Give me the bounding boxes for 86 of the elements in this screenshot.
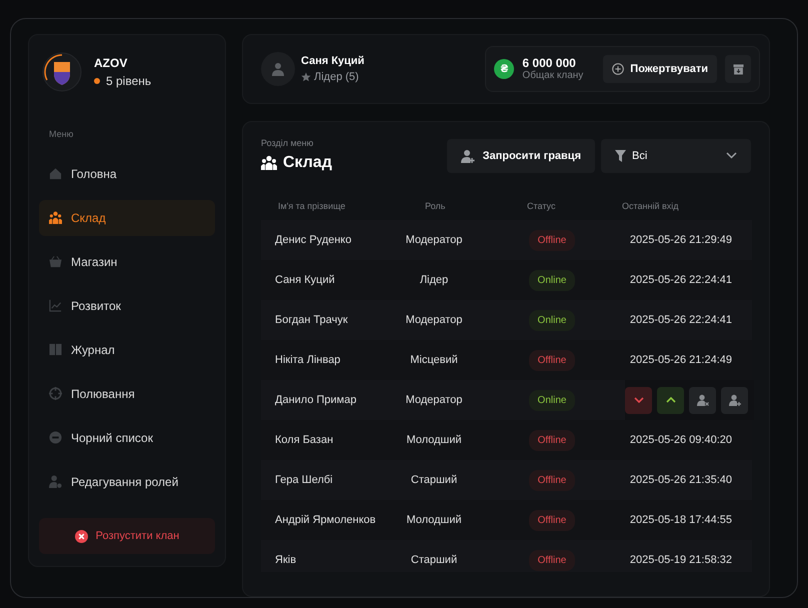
table-cell-text: Молодший bbox=[405, 514, 463, 526]
player-name: Саня Куций bbox=[301, 54, 364, 68]
table-cell-text: Старший bbox=[410, 554, 458, 566]
table-cell-text: Старший bbox=[410, 474, 458, 486]
table-cell-text: Гера Шелбі bbox=[274, 474, 334, 486]
filter-dropdown[interactable]: Всі bbox=[601, 138, 751, 173]
menu-item[interactable]: Головна bbox=[39, 156, 215, 192]
column-header: Останній вхід bbox=[622, 200, 680, 213]
table-cell-text: Лідер bbox=[418, 274, 450, 286]
chart-icon bbox=[49, 299, 62, 312]
menu-item[interactable]: Редагування ролей bbox=[39, 464, 215, 500]
table-cell-text: Молодший bbox=[405, 434, 463, 446]
section-caption: Розділ меню bbox=[261, 137, 314, 150]
table-cell-text: 2025-05-26 22:24:41 bbox=[628, 274, 733, 286]
remove-user-icon bbox=[696, 394, 708, 406]
close-icon bbox=[74, 530, 88, 542]
table-cell-text: Нікіта Лінвар bbox=[274, 354, 342, 366]
star-icon bbox=[301, 72, 311, 82]
status-badge: Offline bbox=[528, 550, 576, 570]
disband-button[interactable]: Розпустити клан bbox=[39, 518, 215, 554]
plus-icon bbox=[612, 63, 624, 75]
archive-icon bbox=[732, 64, 744, 74]
table-cell-text: Модератор bbox=[404, 394, 464, 406]
player-rank: Лідер (5) bbox=[314, 70, 359, 85]
table-cell-text: Денис Руденко bbox=[274, 234, 352, 246]
menu-item[interactable]: Магазин bbox=[39, 244, 215, 280]
avatar bbox=[261, 52, 295, 86]
menu-item[interactable]: Розвиток bbox=[39, 288, 215, 324]
table-cell-text: Яків bbox=[274, 554, 298, 566]
table-cell-text: 2025-05-26 21:24:49 bbox=[628, 354, 733, 366]
donate-button[interactable]: Пожертвувати bbox=[603, 55, 717, 83]
menu-item[interactable]: Склад bbox=[39, 200, 215, 236]
table-cell-text: Модератор bbox=[404, 234, 464, 246]
table-cell-text: 2025-05-26 09:40:20 bbox=[628, 434, 733, 446]
table-cell-text: 2025-05-26 22:24:41 bbox=[628, 314, 733, 326]
level-dot bbox=[94, 78, 100, 84]
table-cell-text: 2025-05-19 21:58:32 bbox=[628, 554, 733, 566]
currency-icon: ₴ bbox=[494, 59, 514, 79]
table-cell-text: Модератор bbox=[404, 314, 464, 326]
menu-item[interactable]: Чорний список bbox=[39, 420, 215, 456]
clan-name: AZOV bbox=[94, 55, 128, 72]
status-badge: Offline bbox=[528, 230, 576, 250]
add-user-icon bbox=[728, 394, 740, 406]
demote-button[interactable] bbox=[625, 386, 652, 414]
column-header: Роль bbox=[425, 200, 446, 212]
column-header: Статус bbox=[527, 200, 556, 213]
invite-button[interactable]: Запросити гравця bbox=[446, 138, 595, 173]
status-badge: Offline bbox=[528, 470, 576, 490]
status-badge: Offline bbox=[528, 350, 576, 370]
bank-label: Общак клану bbox=[522, 70, 584, 82]
clan-level: 5 рівень bbox=[106, 73, 152, 90]
table-cell-text: Андрій Ярмоленков bbox=[274, 514, 377, 526]
status-badge: Online bbox=[528, 270, 576, 290]
status-badge: Offline bbox=[528, 510, 576, 530]
people-icon bbox=[49, 211, 62, 224]
bank-amount: 6 000 000 bbox=[522, 56, 577, 70]
table-cell-text: Богдан Трачук bbox=[274, 314, 349, 326]
book-icon bbox=[49, 343, 62, 356]
chevron-down-icon bbox=[726, 152, 737, 160]
archive-button[interactable] bbox=[725, 55, 751, 83]
menu-item[interactable]: Полювання bbox=[39, 376, 215, 412]
table-cell-text: Коля Базан bbox=[274, 434, 334, 446]
basket-icon bbox=[49, 255, 62, 268]
status-badge: Online bbox=[528, 390, 576, 410]
add-user-icon bbox=[460, 148, 475, 163]
clan-logo bbox=[42, 52, 82, 92]
crosshair-icon bbox=[49, 387, 62, 400]
promote-button[interactable] bbox=[657, 386, 684, 414]
add-member-button[interactable] bbox=[721, 386, 748, 414]
status-badge: Offline bbox=[528, 430, 576, 450]
table-cell-text: Данило Примар bbox=[274, 394, 358, 406]
column-header: Ім'я та прізвище bbox=[278, 200, 346, 213]
menu-heading: Меню bbox=[49, 128, 74, 141]
table-cell-text: 2025-05-18 17:44:55 bbox=[628, 514, 733, 526]
table-cell-text: Місцевий bbox=[409, 354, 459, 366]
filter-icon bbox=[615, 150, 626, 162]
table-cell-text: Саня Куций bbox=[274, 274, 336, 286]
table-cell-text: 2025-05-26 21:29:49 bbox=[628, 234, 733, 246]
minus-circle-icon bbox=[49, 431, 62, 444]
menu-item[interactable]: Журнал bbox=[39, 332, 215, 368]
status-badge: Online bbox=[528, 310, 576, 330]
home-icon bbox=[49, 167, 62, 180]
section-title: Склад bbox=[283, 152, 332, 172]
people-icon bbox=[261, 155, 277, 170]
remove-member-button[interactable] bbox=[689, 386, 716, 414]
table-cell-text: 2025-05-26 21:35:40 bbox=[628, 474, 733, 486]
